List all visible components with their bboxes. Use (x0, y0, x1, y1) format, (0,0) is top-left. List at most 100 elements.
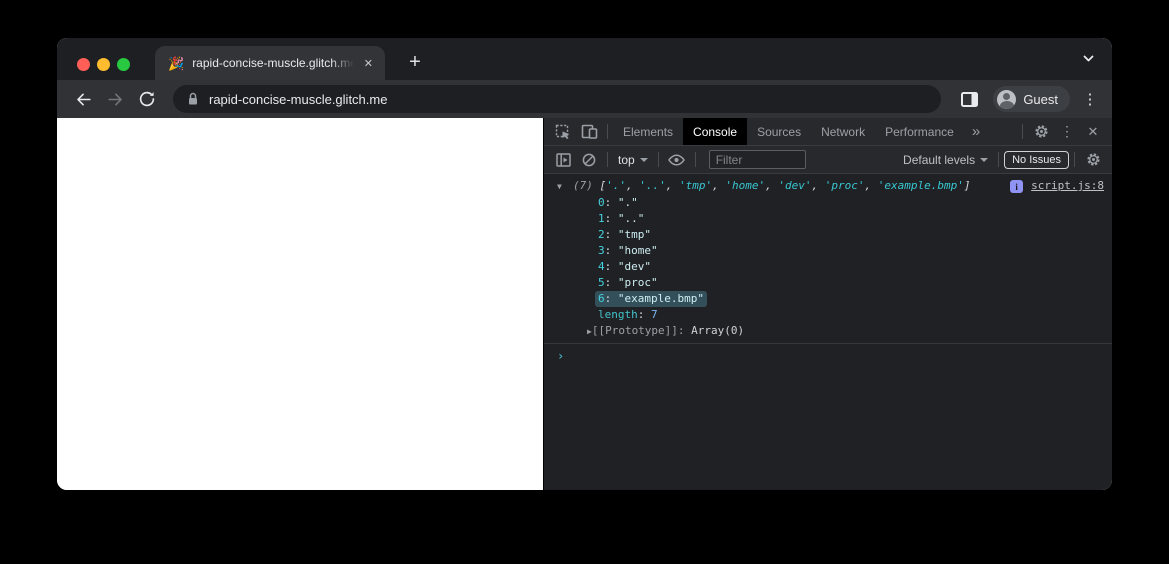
prototype-row[interactable]: ▶[[Prototype]]: Array(0) (557, 323, 1104, 340)
preview-punctuation: , (765, 179, 779, 192)
preview-string: 'proc' (824, 179, 865, 192)
devtools-tab-sources[interactable]: Sources (747, 118, 811, 145)
devtools-close-icon[interactable]: ✕ (1080, 120, 1106, 144)
prototype-value: Array(0) (691, 324, 745, 337)
devtools-settings-gear-icon[interactable] (1028, 120, 1054, 144)
preview-punctuation: , (712, 179, 726, 192)
array-entry-row[interactable]: 3: "home" (557, 243, 1104, 259)
page-viewport (57, 118, 543, 490)
devtools-panel: Elements Console Sources Network Performance… (543, 118, 1112, 490)
chevron-down-icon (639, 157, 648, 162)
array-entry-row[interactable]: 5: "proc" (557, 275, 1104, 291)
address-bar[interactable]: rapid-concise-muscle.glitch.me (173, 85, 942, 113)
preview-string: '.' (606, 179, 626, 192)
lock-icon (189, 92, 197, 105)
preview-punctuation: , (864, 179, 878, 192)
entry-colon: : (604, 244, 618, 257)
tab-close-icon[interactable]: ✕ (362, 55, 375, 72)
array-entry-row[interactable]: 6: "example.bmp" (557, 291, 1104, 307)
clear-console-icon[interactable] (576, 148, 602, 172)
entry-content: 2: "tmp" (598, 228, 651, 241)
browser-menu-icon[interactable]: ⋮ (1080, 90, 1100, 108)
maximize-window-button[interactable] (117, 58, 130, 71)
devtools-tab-network[interactable]: Network (811, 118, 875, 145)
entry-index: 2 (598, 228, 605, 241)
collapse-arrow-icon[interactable]: ▼ (557, 179, 573, 195)
more-tabs-icon[interactable]: » (964, 123, 988, 140)
no-issues-badge[interactable]: No Issues (1004, 150, 1069, 169)
preview-punctuation: , (665, 179, 679, 192)
info-badge-icon[interactable]: i (1010, 180, 1024, 193)
tab-favicon-icon: 🎉 (168, 55, 185, 71)
entry-value: ".." (617, 212, 645, 225)
levels-selector[interactable]: Default levels (898, 153, 993, 167)
reload-button[interactable] (133, 85, 161, 113)
source-link[interactable]: script.js:8 (1031, 178, 1104, 194)
console-toolbar: top Default levels No (544, 146, 1112, 174)
entry-colon: : (604, 196, 618, 209)
console-sidebar-icon[interactable] (550, 148, 576, 172)
avatar (997, 89, 1017, 109)
entry-colon: : (604, 228, 618, 241)
console-settings-gear-icon[interactable] (1080, 148, 1106, 172)
array-entry-row[interactable]: 1: ".." (557, 211, 1104, 227)
browser-tab[interactable]: 🎉 rapid-concise-muscle.glitch.me ✕ (155, 46, 385, 80)
entry-value: "example.bmp" (617, 292, 704, 305)
entry-content: 5: "proc" (598, 276, 658, 289)
preview-string: 'example.bmp' (877, 179, 964, 192)
devtools-tab-bar: Elements Console Sources Network Performance… (544, 118, 1112, 146)
levels-selector-label: Default levels (903, 152, 976, 167)
context-selector[interactable]: top (613, 153, 653, 167)
context-selector-label: top (618, 152, 635, 167)
preview-string: 'tmp' (679, 179, 713, 192)
preview-punctuation: , (811, 179, 825, 192)
side-panel-icon[interactable] (955, 85, 983, 113)
entry-value: "proc" (617, 276, 658, 289)
array-count: (7) (573, 179, 593, 192)
array-entry-row[interactable]: 0: "." (557, 195, 1104, 211)
preview-punctuation: ] (963, 179, 971, 192)
inspect-element-icon[interactable] (550, 120, 576, 144)
length-value: 7 (651, 308, 658, 321)
array-entry-row[interactable]: 2: "tmp" (557, 227, 1104, 243)
entry-index: 4 (598, 260, 605, 273)
entry-colon: : (604, 212, 618, 225)
preview-string: 'home' (725, 179, 766, 192)
tab-search-chevron-icon[interactable] (1081, 51, 1096, 66)
console-prompt[interactable]: › (544, 344, 1112, 364)
entry-value: "." (617, 196, 638, 209)
devtools-tab-console[interactable]: Console (683, 118, 748, 145)
array-entries: 0: "." 1: ".." 2: "tmp" 3: "home" 4: "dev" 5:… (557, 195, 1104, 307)
live-expression-eye-icon[interactable] (664, 148, 690, 172)
tab-strip: 🎉 rapid-concise-muscle.glitch.me ✕ + (57, 38, 1112, 80)
console-output: ▼ (7) ['.', '..', 'tmp', 'home', 'dev', … (544, 174, 1112, 490)
prototype-key: [[Prototype]] (591, 324, 678, 337)
close-window-button[interactable] (77, 58, 90, 71)
window-content: Elements Console Sources Network Performance… (57, 118, 1112, 490)
entry-index: 6 (598, 292, 605, 305)
device-toolbar-icon[interactable] (576, 120, 602, 144)
chevron-down-icon (980, 157, 989, 162)
entry-colon: : (604, 292, 618, 305)
entry-content: 3: "home" (598, 244, 658, 257)
console-message[interactable]: ▼ (7) ['.', '..', 'tmp', 'home', 'dev', … (544, 174, 1112, 344)
devtools-tab-performance[interactable]: Performance (875, 118, 964, 145)
profile-label: Guest (1023, 91, 1058, 107)
entry-index: 3 (598, 244, 605, 257)
devtools-menu-icon[interactable]: ⋮ (1054, 120, 1080, 144)
array-entry-row[interactable]: 4: "dev" (557, 259, 1104, 275)
entry-index: 0 (598, 196, 605, 209)
filter-input[interactable] (708, 150, 807, 169)
new-tab-button[interactable]: + (401, 48, 429, 76)
browser-window: 🎉 rapid-concise-muscle.glitch.me ✕ + rap… (57, 38, 1112, 490)
browser-toolbar: rapid-concise-muscle.glitch.me Guest ⋮ (57, 80, 1112, 118)
minimize-window-button[interactable] (97, 58, 110, 71)
preview-string: '..' (639, 179, 666, 192)
forward-button[interactable] (101, 85, 129, 113)
devtools-tabs: Elements Console Sources Network Performance (613, 118, 964, 145)
profile-button[interactable]: Guest (993, 86, 1070, 112)
devtools-tab-elements[interactable]: Elements (613, 118, 683, 145)
entry-index: 5 (598, 276, 605, 289)
entry-colon: : (604, 260, 618, 273)
back-button[interactable] (69, 85, 97, 113)
